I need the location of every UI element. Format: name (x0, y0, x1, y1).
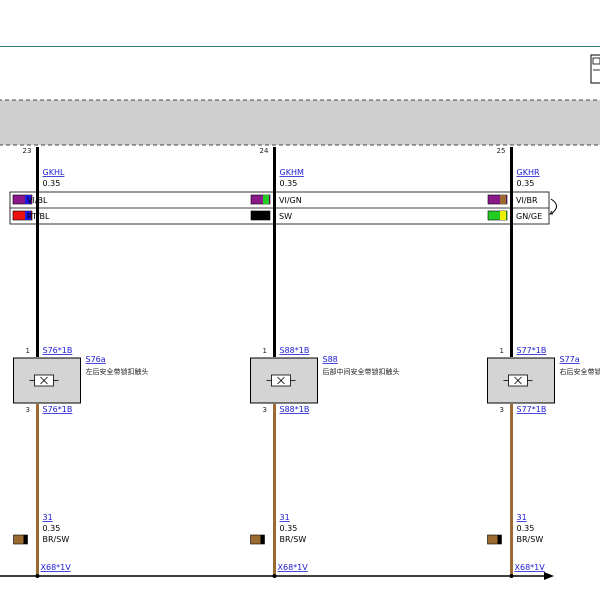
component-id-link[interactable]: S77a (560, 355, 580, 364)
ground-color-swatch (487, 534, 502, 545)
wire-color-entry: RT/BL (12, 210, 50, 221)
ground-wire-link[interactable]: 31 (280, 513, 290, 522)
component-name: 后部中间安全带锁扣触头 (323, 367, 400, 376)
splice-dot (509, 574, 514, 578)
component-id-link[interactable]: S76a (86, 355, 106, 364)
component-id-link[interactable]: S88 (323, 355, 338, 364)
component-name: 右后安全带锁 (560, 367, 600, 376)
top-pin-number: 23 (23, 147, 32, 155)
bus-arrow-icon (544, 572, 554, 580)
ground-gauge: 0.35 (517, 524, 535, 533)
ground-wire-link[interactable]: 31 (517, 513, 527, 522)
ground-color-swatch (13, 534, 28, 545)
wire-color-label: VI/BR (516, 196, 538, 205)
signal-name-link[interactable]: GKHL (43, 168, 65, 177)
output-pin-number: 3 (263, 406, 267, 414)
top-pin-number: 25 (497, 147, 506, 155)
wire-color-label: SW (279, 212, 292, 221)
ground-gauge: 0.35 (280, 524, 298, 533)
wire-gauge: 0.35 (517, 179, 535, 188)
top-pin-number: 24 (260, 147, 269, 155)
ground-gauge: 0.35 (43, 524, 61, 533)
input-pin-number: 1 (26, 347, 30, 355)
connector-link[interactable]: X68*1V (515, 563, 546, 572)
wire-color-label: GN/GE (516, 212, 542, 221)
input-pin-number: 1 (500, 347, 504, 355)
wire-color-swatch (487, 194, 508, 205)
wire-color-label: VI/GN (279, 196, 302, 205)
wire-color-swatch (487, 210, 508, 221)
output-pin-number: 3 (26, 406, 30, 414)
output-pin-link[interactable]: S77*1B (517, 405, 547, 414)
wire-gauge: 0.35 (43, 179, 61, 188)
ground-wire-link[interactable]: 31 (43, 513, 53, 522)
input-pin-number: 1 (263, 347, 267, 355)
signal-name-link[interactable]: GKHM (280, 168, 304, 177)
output-pin-number: 3 (500, 406, 504, 414)
wire-color-swatch (250, 210, 271, 221)
ground-color-label: BR/SW (280, 535, 307, 544)
wire-color-label: RT/BL (27, 212, 50, 221)
ground-color-label: BR/SW (517, 535, 544, 544)
component-name: 左后安全带锁扣触头 (86, 367, 149, 376)
wire-gauge: 0.35 (280, 179, 298, 188)
input-pin-link[interactable]: S76*1B (43, 346, 73, 355)
splice-dot (272, 574, 277, 578)
wire-color-label: VI/BL (27, 196, 48, 205)
input-pin-link[interactable]: S77*1B (517, 346, 547, 355)
input-pin-link[interactable]: S88*1B (280, 346, 310, 355)
wiring-diagram: 23GKHL0.351 S76*1BS76a左后安全带锁扣触头3 S76*1B310… (0, 46, 600, 580)
wire-color-entry: VI/BL (12, 194, 48, 205)
wire-color-entry: GN/GE (487, 210, 542, 221)
control-unit-band (0, 99, 600, 146)
ground-color-label: BR/SW (43, 535, 70, 544)
connector-link[interactable]: X68*1V (278, 563, 309, 572)
splice-dot (35, 574, 40, 578)
output-pin-link[interactable]: S76*1B (43, 405, 73, 414)
signal-name-link[interactable]: GKHR (517, 168, 540, 177)
ground-color-swatch (250, 534, 265, 545)
wire-color-swatch (250, 194, 271, 205)
output-pin-link[interactable]: S88*1B (280, 405, 310, 414)
corner-box-icon (590, 54, 600, 84)
connector-link[interactable]: X68*1V (41, 563, 72, 572)
